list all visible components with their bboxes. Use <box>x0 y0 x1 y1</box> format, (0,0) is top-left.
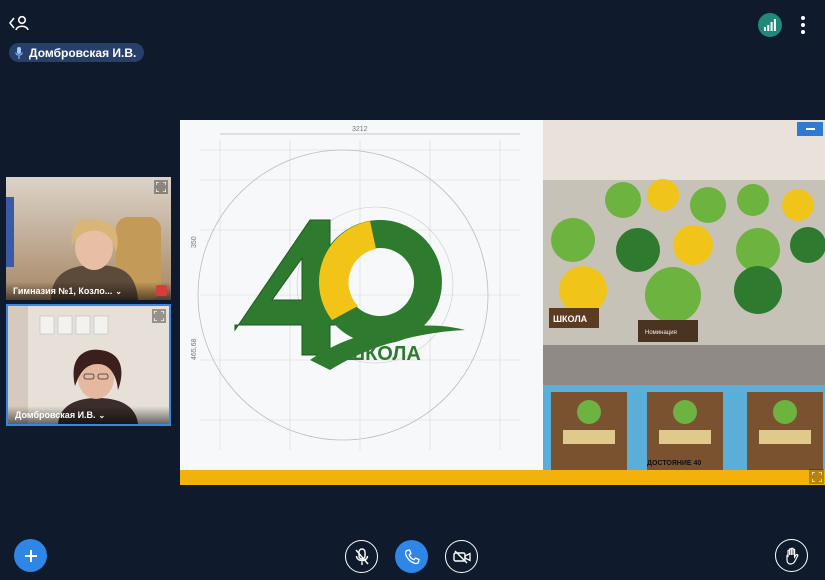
award-caption: Номинация <box>645 330 677 336</box>
toggle-camera-button[interactable] <box>445 540 478 573</box>
back-user-icon <box>9 15 29 31</box>
minus-icon <box>805 128 815 130</box>
participant-name: Домбровская И.В. <box>15 410 96 420</box>
shared-screen[interactable]: 3212 350 465,68 ШКОЛА ШКОЛА Номинация ДО… <box>180 120 825 485</box>
end-call-button[interactable] <box>395 540 428 573</box>
microphone-icon <box>15 46 25 59</box>
phone-icon <box>404 548 420 564</box>
awards-photo: ШКОЛА Номинация ДОСТОЯНИЕ 40 <box>543 120 825 470</box>
back-button[interactable] <box>8 12 30 34</box>
expand-icon <box>156 182 166 192</box>
active-speaker-indicator: Домбровская И.В. <box>9 43 145 62</box>
minimize-screen-button[interactable] <box>797 122 823 136</box>
camera-off-icon <box>452 550 471 563</box>
logo-blueprint-slide: 3212 350 465,68 ШКОЛА <box>180 120 543 470</box>
participant-name-bar[interactable]: Домбровская И.В. ⌄ <box>8 406 169 424</box>
mic-off-icon <box>354 547 369 565</box>
expand-screen-button[interactable] <box>809 469 824 484</box>
toggle-microphone-button[interactable] <box>345 540 378 573</box>
more-options-button[interactable] <box>795 14 811 36</box>
participant-tile[interactable]: Гимназия №1, Козло... ⌄ <box>6 177 171 300</box>
chevron-down-icon: ⌄ <box>115 286 122 296</box>
award-text: ШКОЛА <box>553 314 588 324</box>
plaque-text: ДОСТОЯНИЕ 40 <box>647 460 701 467</box>
dimension-side-label-2: 465,68 <box>191 338 198 360</box>
dimension-top-label: 3212 <box>352 126 368 133</box>
expand-icon <box>154 311 164 321</box>
logo-blueprint: 3212 350 465,68 ШКОЛА <box>191 126 520 450</box>
logo-school-text: ШКОЛА <box>345 343 421 365</box>
raise-hand-button[interactable] <box>775 539 808 572</box>
expand-icon <box>811 471 822 482</box>
chevron-down-icon: ⌄ <box>98 410 106 420</box>
mic-muted-badge-icon <box>156 285 167 296</box>
add-button[interactable] <box>14 539 47 572</box>
participant-tile-active[interactable]: Домбровская И.В. ⌄ <box>6 304 171 426</box>
expand-tile-button[interactable] <box>152 309 166 323</box>
participant-name-bar[interactable]: Гимназия №1, Козло... ⌄ <box>6 282 171 300</box>
slide-footer-bar <box>180 470 825 485</box>
active-speaker-name: Домбровская И.В. <box>29 45 137 60</box>
plus-icon <box>24 549 37 562</box>
connection-quality-button[interactable] <box>758 13 782 37</box>
signal-bars-icon <box>764 19 776 31</box>
dimension-side-label: 350 <box>191 236 198 248</box>
raise-hand-icon <box>785 547 798 565</box>
participant-name: Гимназия №1, Козло... <box>13 286 113 296</box>
awards-photos: ШКОЛА Номинация ДОСТОЯНИЕ 40 <box>543 120 825 470</box>
expand-tile-button[interactable] <box>154 180 168 194</box>
vertical-dots-icon <box>801 16 805 20</box>
